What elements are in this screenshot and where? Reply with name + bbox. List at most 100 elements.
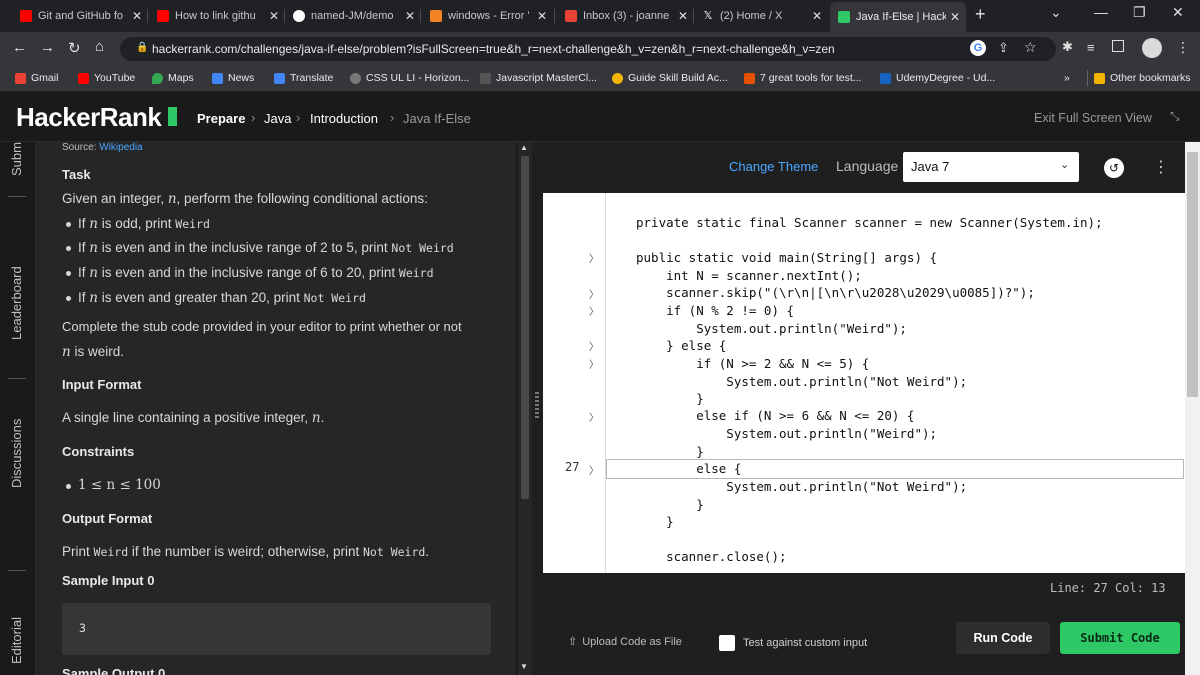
inline-code: Not Weird [391,241,454,255]
custom-input-checkbox[interactable] [719,635,735,651]
kebab-menu-icon[interactable]: ⋮ [1176,39,1190,56]
bookmark-news[interactable]: News [212,72,254,84]
google-lens-icon[interactable]: G [970,40,986,56]
restore-button[interactable]: ❐ [1133,4,1146,21]
fold-arrow-icon[interactable]: 〉 [589,250,599,265]
bookmark-label: UdemyDegree - Ud... [896,72,996,84]
bookmark-udemy[interactable]: UdemyDegree - Ud... [880,72,995,84]
code-line: } [636,391,704,406]
udemy-icon [880,72,891,84]
fold-arrow-icon[interactable]: 〉 [589,356,599,371]
bookmark-label: Maps [168,72,194,84]
home-icon[interactable]: ⌂ [95,38,104,55]
submit-code-button[interactable]: Submit Code [1060,622,1180,654]
close-icon[interactable]: ✕ [537,9,547,23]
bookmark-divider [1087,70,1088,86]
url-text[interactable]: hackerrank.com/challenges/java-if-else/p… [152,42,835,56]
fold-arrow-icon[interactable]: 〉 [589,462,599,477]
bookmark-youtube[interactable]: YouTube [78,72,135,84]
tab-title: Java If-Else | Hack [856,11,946,23]
exit-full-screen-link[interactable]: Exit Full Screen View [1034,111,1152,125]
close-icon[interactable]: ✕ [950,10,960,24]
fold-arrow-icon[interactable]: 〉 [589,338,599,353]
scroll-down-icon[interactable]: ▼ [520,662,528,671]
math-var: n [311,410,321,426]
bookmark-star-icon[interactable]: ☆ [1024,39,1037,56]
close-icon[interactable]: ✕ [678,9,688,23]
guide-icon [612,72,623,84]
problem-scroll-thumb[interactable] [521,156,529,499]
close-window-button[interactable]: ✕ [1172,4,1184,21]
bookmark-label: Translate [290,72,334,84]
code-editor[interactable]: 27 〉 〉 〉 〉 〉 〉 〉 private static final Sc… [543,193,1185,573]
bookmark-js-masterclass[interactable]: Javascript MasterCl... [480,72,597,84]
code-line: int N = scanner.nextInt(); [636,268,862,283]
tab-search-icon[interactable]: ⌄ [1050,4,1062,21]
breadcrumb-introduction[interactable]: Introduction [310,111,378,126]
browser-tab-2[interactable]: How to link githu ✕ [157,4,279,28]
bookmark-great-tools[interactable]: 7 great tools for test... [744,72,862,84]
language-select[interactable]: Java 7 ⌄ [903,152,1079,182]
hackerrank-logo[interactable]: HackerRank [16,102,162,133]
bookmark-css-ul[interactable]: CSS UL LI - Horizon... [350,72,469,84]
text: If [78,265,90,280]
tab-leaderboard[interactable]: Leaderboard [9,266,24,340]
breadcrumb-prepare[interactable]: Prepare [197,111,245,126]
extensions-icon[interactable]: ✱ [1062,39,1073,55]
close-icon[interactable]: ✕ [812,9,822,23]
tab-discussions[interactable]: Discussions [9,419,24,488]
back-icon[interactable]: ← [12,39,27,56]
tab-submissions[interactable]: Subm [9,142,24,176]
breadcrumb-java[interactable]: Java [264,111,291,126]
tab-divider [693,9,694,23]
profile-avatar[interactable] [1142,38,1162,58]
bookmark-maps[interactable]: Maps [152,72,194,84]
browser-tab-6[interactable]: 𝕏 (2) Home / X ✕ [702,4,822,28]
code-line: } [636,497,704,512]
fold-arrow-icon[interactable]: 〉 [589,409,599,424]
sample-input-value: 3 [79,621,86,635]
reload-icon[interactable]: ↻ [68,39,81,57]
forward-icon[interactable]: → [40,39,55,56]
collapse-icon[interactable]: ⤡ [1170,109,1180,124]
side-panel-icon[interactable] [1112,40,1124,52]
fold-arrow-icon[interactable]: 〉 [589,303,599,318]
drag-handle-icon[interactable] [535,392,539,418]
run-code-button[interactable]: Run Code [956,622,1050,654]
page-scroll-thumb[interactable] [1187,152,1198,397]
change-theme-link[interactable]: Change Theme [729,159,818,174]
source-link[interactable]: Wikipedia [99,142,142,153]
inline-code: Weird [175,217,210,231]
other-bookmarks[interactable]: Other bookmarks [1094,72,1191,84]
browser-tab-3[interactable]: named-JM/demo ✕ [293,4,415,28]
close-icon[interactable]: ✕ [269,9,279,23]
maps-icon [152,72,163,84]
close-icon[interactable]: ✕ [405,9,415,23]
minimize-button[interactable]: — [1094,4,1108,20]
bookmarks-overflow[interactable]: » [1064,72,1070,84]
bookmark-translate[interactable]: Translate [274,72,333,84]
code-line: } else { [636,338,727,353]
code-line: scanner.close(); [636,549,787,564]
more-options-icon[interactable]: ⋮ [1153,157,1169,177]
fold-arrow-icon[interactable]: 〉 [589,286,599,301]
reset-code-icon[interactable]: ↺ [1104,158,1124,178]
browser-tab-1[interactable]: Git and GitHub fo ✕ [20,4,142,28]
upload-icon: ⇧ [568,636,578,648]
new-tab-button[interactable]: + [975,4,986,25]
browser-tab-4[interactable]: windows - Error ' ✕ [430,4,547,28]
tab-divider [8,570,26,571]
reading-list-icon[interactable]: ≡ [1087,40,1095,55]
scroll-up-icon[interactable]: ▲ [520,143,528,152]
bookmark-guide-skill[interactable]: Guide Skill Build Ac... [612,72,728,84]
rule-item: If n is even and greater than 20, print … [78,290,366,306]
browser-tab-active[interactable]: Java If-Else | Hack ✕ [830,2,966,32]
lock-icon: 🔒 [136,42,149,53]
upload-code-link[interactable]: ⇧ Upload Code as File [568,635,682,649]
close-icon[interactable]: ✕ [132,9,142,23]
browser-tab-5[interactable]: Inbox (3) - joanne ✕ [565,4,688,28]
source-prefix: Source: [62,142,100,153]
tab-editorial[interactable]: Editorial [9,617,24,664]
bookmark-gmail[interactable]: Gmail [15,72,58,84]
share-icon[interactable]: ⇪ [998,40,1009,56]
